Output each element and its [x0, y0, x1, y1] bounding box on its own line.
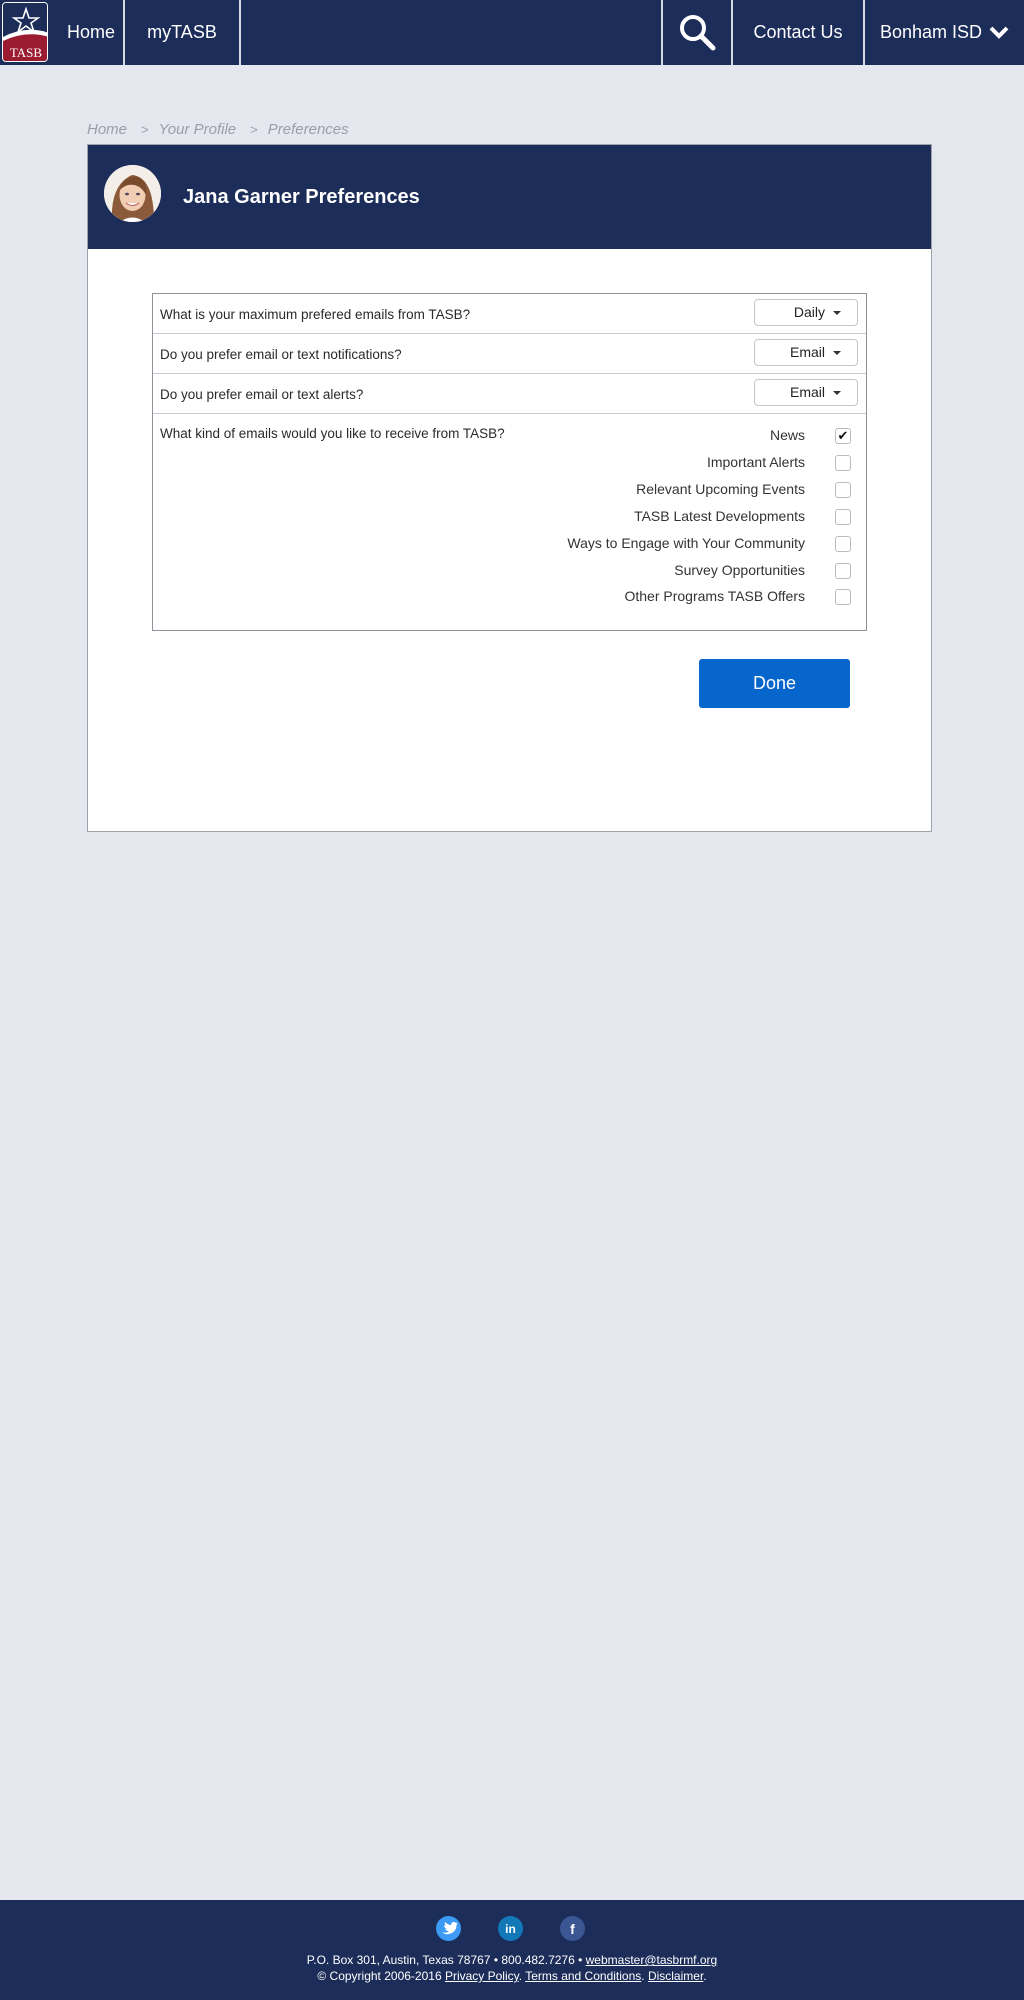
checkbox-survey-opportunities[interactable]: [835, 563, 851, 579]
email-type-option: Ways to Engage with Your Community: [351, 533, 851, 553]
nav-mytasb[interactable]: myTASB: [126, 0, 238, 65]
option-label: Other Programs TASB Offers: [624, 588, 805, 604]
checkbox-news[interactable]: ✔: [835, 428, 851, 444]
preferences-card: Jana Garner Preferences What is your max…: [87, 144, 932, 832]
page-title: Jana Garner Preferences: [183, 186, 420, 208]
webmaster-email-link[interactable]: webmaster@tasbrmf.org: [586, 1953, 718, 1967]
card-header: Jana Garner Preferences: [88, 145, 931, 249]
top-navigation: TASB Home myTASB Contact Us Bonham ISD: [0, 0, 1024, 65]
copyright-text: © Copyright 2006-2016: [317, 1969, 445, 1983]
checkbox-other-programs[interactable]: [835, 589, 851, 605]
separator: .: [641, 1969, 648, 1983]
footer-address: P.O. Box 301, Austin, Texas 78767 • 800.…: [0, 1953, 1024, 1967]
svg-text:f: f: [570, 1921, 575, 1937]
option-label: Relevant Upcoming Events: [636, 481, 805, 497]
privacy-policy-link[interactable]: Privacy Policy: [445, 1969, 519, 1983]
pref-row: Do you prefer email or text alerts? Emai…: [153, 374, 866, 414]
district-dropdown[interactable]: Bonham ISD: [866, 0, 1024, 65]
select-value: Email: [789, 344, 825, 360]
email-type-option: TASB Latest Developments: [351, 506, 851, 526]
user-avatar: [104, 165, 161, 222]
footer: in f P.O. Box 301, Austin, Texas 78767 •…: [0, 1900, 1024, 2000]
period: .: [703, 1969, 707, 1983]
checkbox-engage-community[interactable]: [835, 536, 851, 552]
breadcrumb: Home > Your Profile > Preferences: [87, 121, 359, 138]
chevron-down-icon: [989, 26, 1009, 39]
facebook-icon: f: [570, 1921, 575, 1937]
twitter-link[interactable]: [436, 1916, 461, 1941]
linkedin-icon: in: [505, 1922, 516, 1936]
disclaimer-link[interactable]: Disclaimer: [648, 1969, 703, 1983]
question-label: What is your maximum prefered emails fro…: [160, 307, 471, 322]
checkbox-upcoming-events[interactable]: [835, 482, 851, 498]
email-type-option: Survey Opportunities: [351, 560, 851, 580]
nav-divider: [123, 0, 125, 65]
question-label: Do you prefer email or text notification…: [160, 347, 402, 362]
breadcrumb-preferences: Preferences: [267, 121, 349, 138]
breadcrumb-separator: >: [141, 122, 149, 137]
select-value: Email: [789, 384, 825, 400]
caret-down-icon: [833, 351, 841, 355]
search-icon: [680, 15, 716, 51]
nav-divider: [863, 0, 865, 65]
nav-home[interactable]: Home: [60, 0, 122, 65]
breadcrumb-your-profile[interactable]: Your Profile: [159, 121, 237, 138]
question-label: Do you prefer email or text alerts?: [160, 387, 364, 402]
caret-down-icon: [833, 311, 841, 315]
option-label: Important Alerts: [706, 454, 805, 470]
option-label: Survey Opportunities: [674, 562, 805, 578]
footer-copyright: © Copyright 2006-2016 Privacy Policy. Te…: [0, 1969, 1024, 1983]
address-text: P.O. Box 301, Austin, Texas 78767 • 800.…: [306, 1953, 586, 1967]
terms-link[interactable]: Terms and Conditions: [525, 1969, 641, 1983]
breadcrumb-separator: >: [250, 122, 258, 137]
email-type-option: Important Alerts: [351, 452, 851, 472]
option-label: TASB Latest Developments: [634, 508, 805, 524]
district-label: Bonham ISD: [880, 22, 983, 42]
pref-row: What is your maximum prefered emails fro…: [153, 294, 866, 334]
checkbox-important-alerts[interactable]: [835, 455, 851, 471]
nav-divider: [239, 0, 241, 65]
max-emails-select[interactable]: Daily: [754, 299, 858, 326]
search-button[interactable]: [663, 0, 730, 65]
breadcrumb-home[interactable]: Home: [87, 121, 127, 138]
pref-row: Do you prefer email or text notification…: [153, 334, 866, 374]
logo-text: TASB: [10, 45, 43, 60]
option-label: News: [769, 427, 805, 443]
svg-text:in: in: [505, 1922, 516, 1936]
checkbox-latest-developments[interactable]: [835, 509, 851, 525]
twitter-icon: [442, 1922, 458, 1935]
notifications-select[interactable]: Email: [754, 339, 858, 366]
facebook-link[interactable]: f: [560, 1916, 585, 1941]
email-type-option: Other Programs TASB Offers: [351, 586, 851, 606]
nav-contact-us[interactable]: Contact Us: [733, 0, 863, 65]
select-value: Daily: [793, 304, 825, 320]
preferences-form: What is your maximum prefered emails fro…: [152, 293, 867, 631]
email-type-option: Relevant Upcoming Events: [351, 479, 851, 499]
alerts-select[interactable]: Email: [754, 379, 858, 406]
linkedin-link[interactable]: in: [498, 1916, 523, 1941]
caret-down-icon: [833, 391, 841, 395]
email-type-option: News ✔: [351, 425, 851, 445]
done-button[interactable]: Done: [699, 659, 850, 708]
option-label: Ways to Engage with Your Community: [567, 535, 805, 551]
tasb-logo[interactable]: TASB: [2, 2, 48, 62]
